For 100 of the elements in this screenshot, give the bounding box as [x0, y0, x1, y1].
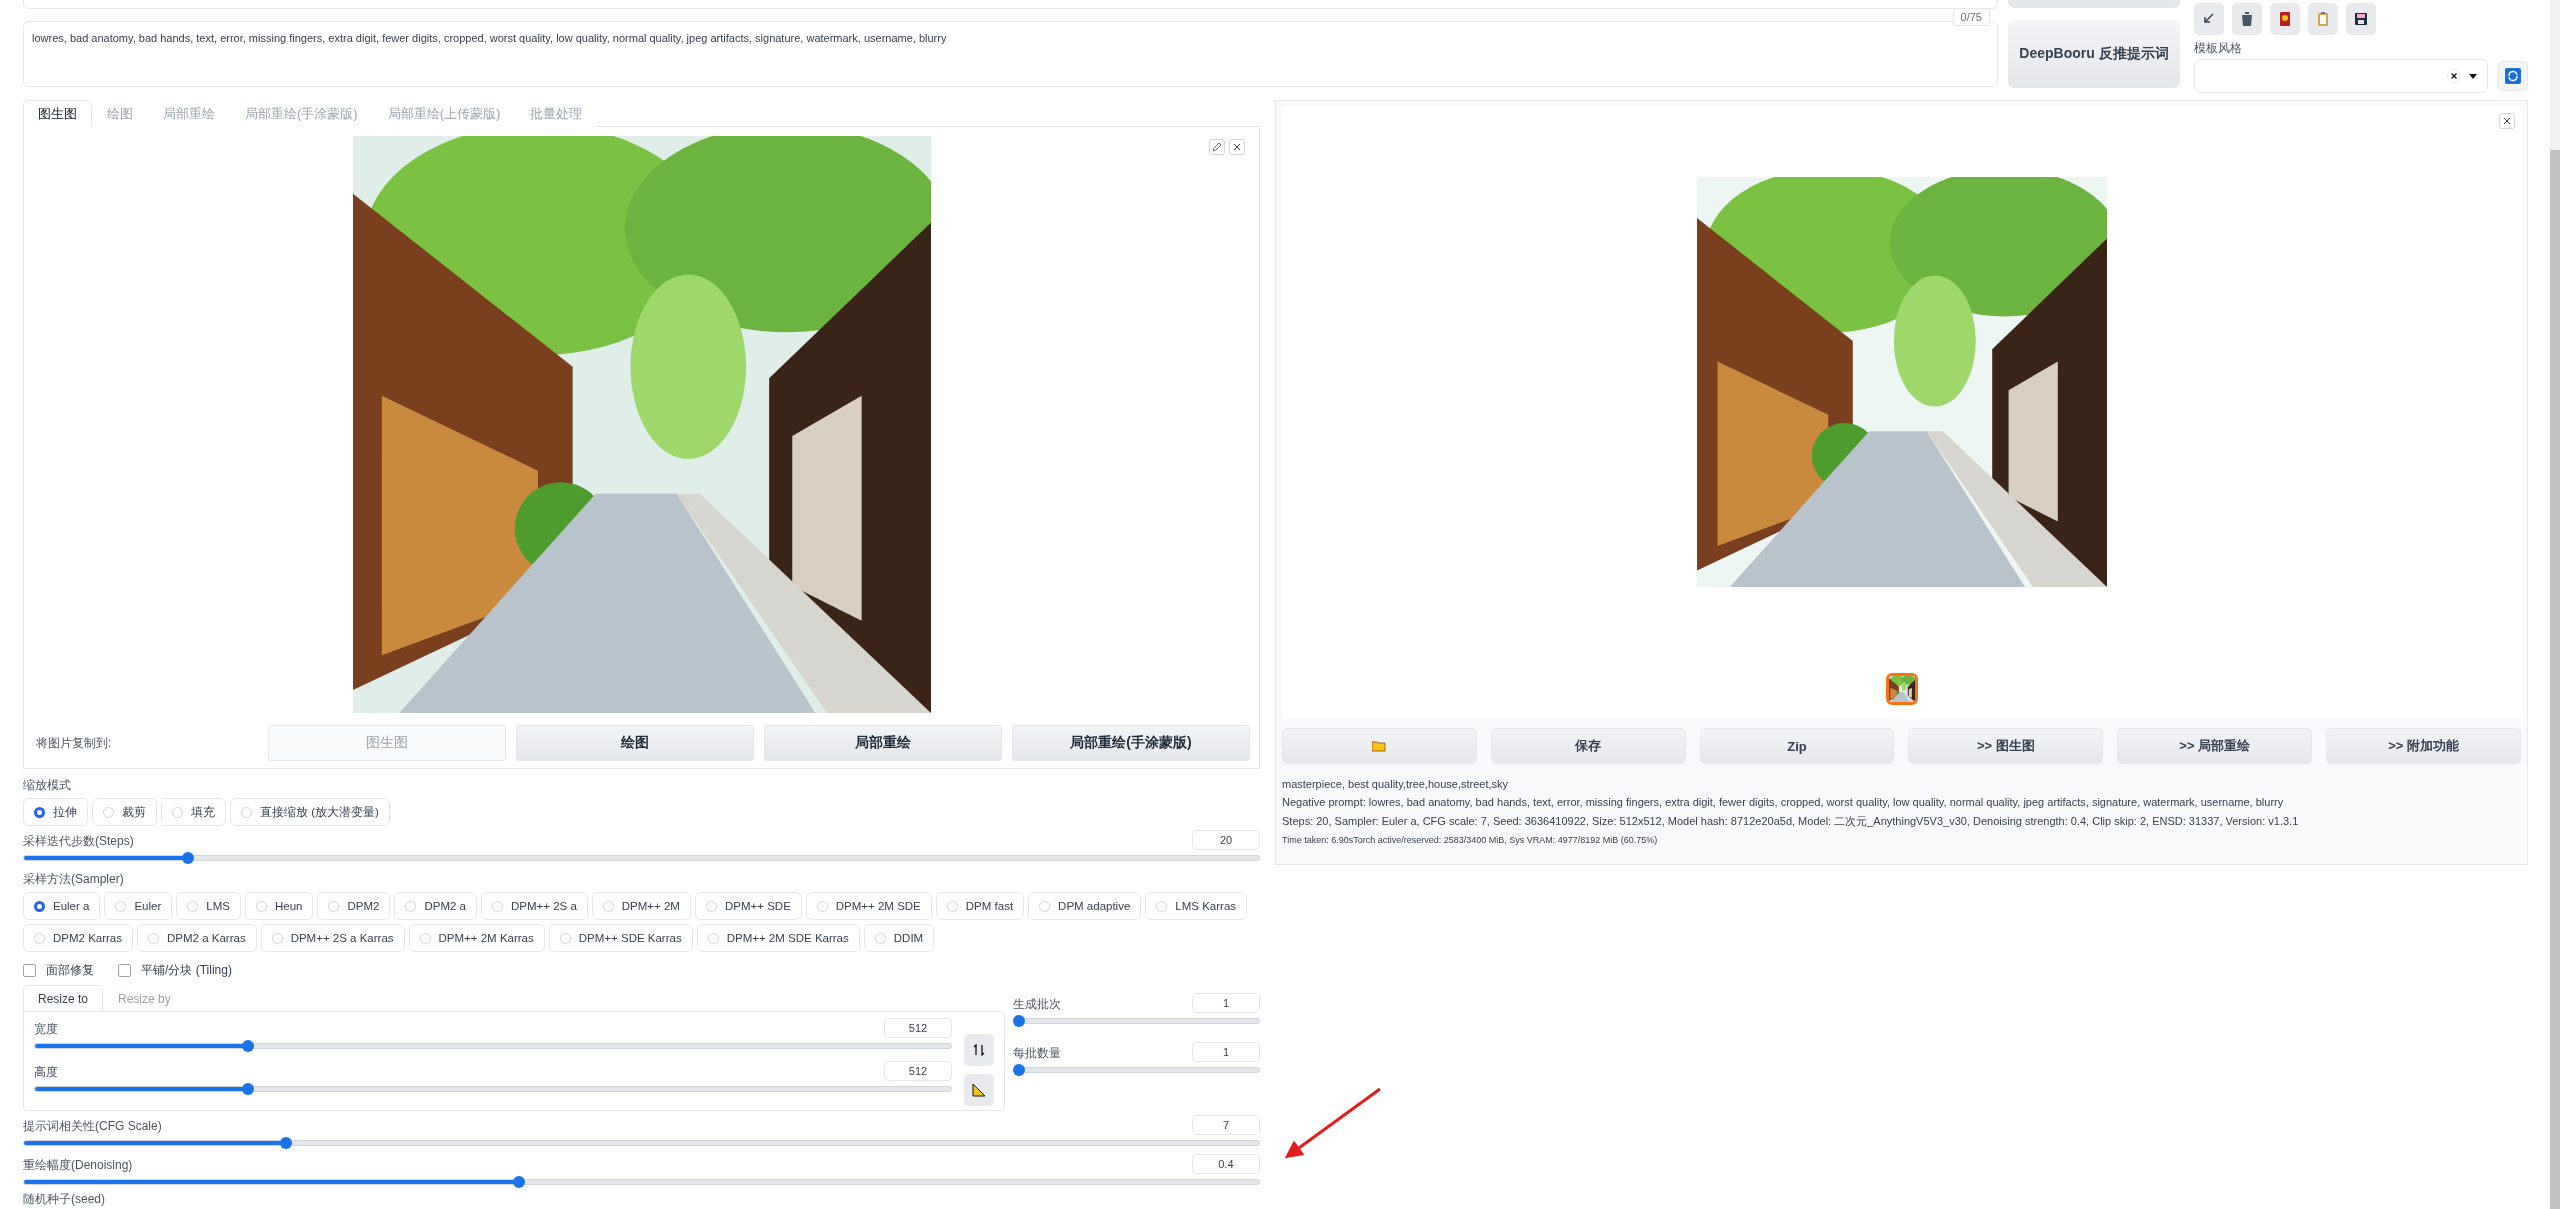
- negative-prompt-field[interactable]: lowres, bad anatomy, bad hands, text, error, missing fingers, extra digit, fewer digits, cropped, worst quality, low quality, normal quality, jpeg artifacts, signature, watermark, username, blurry: [23, 21, 1998, 87]
- number-field[interactable]: 512: [884, 1018, 952, 1038]
- copy-button[interactable]: 局部重绘: [764, 725, 1002, 761]
- generation-info: masterpiece, best quality,tree,house,street,sky: [1282, 778, 1509, 790]
- tab[interactable]: 图生图: [23, 100, 92, 127]
- radio-option[interactable]: Euler: [104, 892, 173, 920]
- option-label: DPM2 Karras: [53, 932, 123, 944]
- number-field[interactable]: 1: [1192, 1042, 1260, 1062]
- radio-option[interactable]: Heun: [244, 892, 314, 920]
- radio-option[interactable]: LMS Karras: [1145, 892, 1248, 920]
- slider-thumb[interactable]: [242, 1040, 255, 1052]
- output-button[interactable]: 保存: [1490, 728, 1686, 764]
- radio-option[interactable]: 裁剪: [92, 798, 157, 826]
- interrogate-button[interactable]: DeepBooru 反推提示词: [2008, 20, 2180, 88]
- checkbox[interactable]: 平铺/分块 (Tiling): [118, 962, 232, 979]
- edit-button[interactable]: [1209, 139, 1225, 155]
- slider-label: 提示词相关性(CFG Scale): [23, 1118, 162, 1135]
- radio-option[interactable]: DPM++ 2M SDE Karras: [696, 924, 860, 952]
- token-counter: 0/75: [1952, 8, 1990, 26]
- output-button[interactable]: >> 图生图: [1908, 728, 2104, 764]
- checkbox[interactable]: 面部修复: [23, 962, 94, 979]
- output-button[interactable]: Zip: [1699, 728, 1895, 764]
- copy-button[interactable]: 局部重绘(手涂蒙版): [1012, 725, 1250, 761]
- thumbnail[interactable]: [1885, 673, 1918, 705]
- radio-option[interactable]: DPM++ SDE Karras: [548, 924, 693, 952]
- slider-thumb[interactable]: [1013, 1064, 1025, 1076]
- radio-option[interactable]: DPM++ 2S a Karras: [260, 924, 405, 952]
- output-button[interactable]: >> 局部重绘: [2117, 728, 2313, 764]
- generation-info: Time taken: 6.90sTorch active/reserved: 2583/3400 MiB, Sys VRAM: 4977/8192 MiB (60.75%): [1282, 835, 1659, 845]
- scrollbar-thumb[interactable]: [2550, 150, 2560, 1209]
- swap-icon: [973, 1044, 985, 1056]
- option-label: DPM fast: [965, 900, 1014, 912]
- radio-option[interactable]: DPM++ 2M: [591, 892, 691, 920]
- option-label: 填充: [191, 804, 215, 820]
- slider-thumb[interactable]: [280, 1137, 293, 1149]
- number-field[interactable]: 20: [1192, 830, 1260, 850]
- radio-option[interactable]: 填充: [161, 798, 226, 826]
- trash-button[interactable]: [2232, 3, 2262, 35]
- radio-option[interactable]: DPM++ 2S a: [480, 892, 588, 920]
- radio-option[interactable]: DPM adaptive: [1028, 892, 1142, 920]
- slider[interactable]: [23, 1137, 1260, 1149]
- slider-label: 生成批次: [1013, 996, 1061, 1013]
- radio-option[interactable]: DPM2 a Karras: [137, 924, 257, 952]
- save-button[interactable]: [2346, 3, 2376, 35]
- card-button[interactable]: [2270, 3, 2300, 35]
- slider[interactable]: [34, 1083, 952, 1095]
- slider[interactable]: [34, 1040, 952, 1052]
- clipboard-button[interactable]: [2308, 3, 2338, 35]
- slider-thumb[interactable]: [242, 1083, 255, 1095]
- section-label: 采样方法(Sampler): [23, 871, 125, 888]
- radio-option[interactable]: DPM2 a: [394, 892, 477, 920]
- slider[interactable]: [23, 1176, 1260, 1188]
- option-label: DPM2: [347, 900, 380, 912]
- radio-option[interactable]: DPM++ SDE: [694, 892, 802, 920]
- output-button[interactable]: >> 附加功能: [2326, 728, 2521, 764]
- slider[interactable]: [1013, 1015, 1260, 1027]
- radio-option[interactable]: DPM fast: [935, 892, 1025, 920]
- ruler-button[interactable]: [964, 1074, 994, 1106]
- close-icon: [1233, 143, 1241, 151]
- slider[interactable]: [1013, 1064, 1260, 1076]
- slider-thumb[interactable]: [1013, 1015, 1025, 1027]
- copy-to-label: 将图片复制到:: [36, 734, 113, 752]
- radio-option[interactable]: DPM++ 2M Karras: [408, 924, 545, 952]
- number-field[interactable]: 7: [1192, 1115, 1260, 1135]
- arrow-button[interactable]: [2194, 3, 2224, 35]
- radio-option[interactable]: LMS: [176, 892, 241, 920]
- slider-thumb[interactable]: [513, 1176, 525, 1188]
- radio-option[interactable]: Euler a: [23, 892, 101, 920]
- refresh-button[interactable]: [2498, 61, 2528, 91]
- close-icon: [2503, 117, 2511, 125]
- radio-option[interactable]: 直接缩放 (放大潜变量): [230, 798, 390, 826]
- close-button[interactable]: [1229, 139, 1245, 155]
- option-label: DPM2 a: [424, 900, 466, 912]
- slider-label: 每批数量: [1013, 1045, 1061, 1062]
- slider[interactable]: [23, 852, 1260, 864]
- slider-label: 采样迭代步数(Steps): [23, 833, 134, 850]
- tab[interactable]: Resize to: [23, 985, 104, 1012]
- option-label: DPM++ 2M Karras: [438, 932, 534, 944]
- option-label: 裁剪: [122, 804, 146, 820]
- copy-button[interactable]: 绘图: [516, 725, 754, 761]
- option-label: DPM++ 2M SDE: [835, 900, 921, 912]
- radio-option[interactable]: 拉伸: [23, 798, 88, 826]
- slider-thumb[interactable]: [182, 852, 195, 864]
- radio-option[interactable]: DPM2 Karras: [23, 924, 134, 952]
- refresh-icon: [2505, 68, 2521, 84]
- option-label: DPM++ 2S a: [510, 900, 577, 912]
- swap-button[interactable]: [964, 1034, 994, 1066]
- checkbox-label: 平铺/分块 (Tiling): [141, 962, 232, 979]
- clipboard-icon: [2315, 11, 2331, 27]
- radio-option[interactable]: DDIM: [863, 924, 935, 952]
- number-field[interactable]: 512: [884, 1061, 952, 1081]
- radio-option[interactable]: DPM2: [317, 892, 391, 920]
- number-field[interactable]: 0.4: [1192, 1154, 1260, 1174]
- option-label: DPM++ 2M SDE Karras: [726, 932, 849, 944]
- number-field[interactable]: 1: [1192, 993, 1260, 1013]
- radio-option[interactable]: DPM++ 2M SDE: [805, 892, 932, 920]
- option-label: DPM adaptive: [1058, 900, 1131, 912]
- close-button[interactable]: [2499, 113, 2515, 129]
- option-label: 拉伸: [53, 804, 77, 820]
- caret-icon: [2469, 73, 2477, 79]
